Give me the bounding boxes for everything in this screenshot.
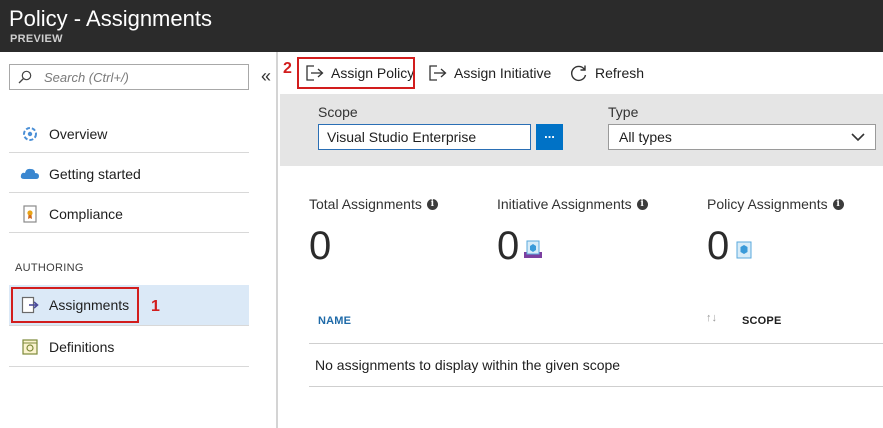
info-icon[interactable]: i [636, 198, 648, 210]
info-icon[interactable]: i [426, 198, 438, 210]
stat-value: 0 [309, 224, 332, 268]
sidebar-item-label: Assignments [49, 297, 130, 313]
section-label-authoring: AUTHORING [15, 262, 84, 274]
column-header-name[interactable]: NAME [318, 315, 351, 327]
search-input[interactable] [44, 68, 244, 86]
sidebar-item-label: Getting started [49, 166, 141, 182]
refresh-label: Refresh [595, 65, 645, 81]
assign-initiative-button[interactable]: Assign Initiative [428, 58, 551, 88]
stat-label: Policy Assignments [707, 196, 828, 212]
assign-icon [428, 63, 448, 83]
compliance-icon [19, 203, 41, 225]
cloud-icon [19, 163, 41, 185]
divider [9, 325, 249, 326]
divider [9, 152, 249, 153]
type-dropdown[interactable]: All types [608, 124, 876, 150]
sidebar-item-compliance[interactable]: Compliance [9, 194, 249, 234]
info-icon[interactable]: i [832, 198, 844, 210]
scope-field[interactable]: Visual Studio Enterprise [318, 124, 531, 150]
sidebar-item-label: Overview [49, 126, 108, 142]
initiative-icon [524, 240, 542, 258]
sidebar-item-getting-started[interactable]: Getting started [9, 154, 249, 194]
stat-value: 0 [707, 224, 730, 268]
divider [9, 366, 249, 367]
search-box[interactable] [9, 64, 249, 90]
sidebar-item-definitions[interactable]: Definitions [9, 327, 249, 367]
sidebar: « Overview Getting started Co [0, 52, 278, 428]
toolbar: Assign Policy Assign Initiative Refresh [280, 52, 883, 94]
table-empty-message: No assignments to display within the giv… [315, 357, 621, 373]
assignments-icon [19, 294, 41, 316]
refresh-button[interactable]: Refresh [569, 58, 644, 88]
table-header: NAME ↑↓ SCOPE [309, 302, 883, 344]
assign-policy-label: Assign Policy [331, 65, 415, 81]
annotation-marker-2: 2 [283, 60, 292, 77]
filter-bar: Scope Visual Studio Enterprise ... Type … [280, 94, 883, 166]
page-title: Policy - Assignments [9, 6, 212, 31]
search-icon [18, 70, 32, 84]
divider [309, 386, 883, 387]
chevron-down-icon [851, 133, 865, 142]
sort-icon[interactable]: ↑↓ [706, 312, 717, 324]
refresh-icon [569, 63, 589, 83]
sidebar-item-label: Definitions [49, 339, 115, 355]
divider [9, 192, 249, 193]
stat-policy-assignments: Policy Assignments i 0 [707, 196, 844, 268]
collapse-sidebar-button[interactable]: « [258, 66, 274, 86]
stat-total-assignments: Total Assignments i 0 [309, 196, 438, 268]
divider [9, 232, 249, 233]
assign-policy-button[interactable]: Assign Policy [305, 58, 414, 88]
column-header-scope[interactable]: SCOPE [742, 315, 782, 327]
scope-label: Scope [318, 104, 358, 120]
stat-initiative-assignments: Initiative Assignments i 0 [497, 196, 648, 268]
type-label: Type [608, 104, 639, 120]
type-dropdown-value: All types [619, 129, 672, 145]
sidebar-item-overview[interactable]: Overview [9, 114, 249, 154]
sidebar-item-assignments[interactable]: Assignments [9, 285, 249, 325]
policy-icon [736, 241, 752, 259]
assign-icon [305, 63, 325, 83]
scope-picker-button[interactable]: ... [536, 124, 563, 150]
sidebar-item-label: Compliance [49, 206, 123, 222]
page-subtitle: PREVIEW [10, 33, 63, 45]
stat-label: Initiative Assignments [497, 196, 632, 212]
stat-value: 0 [497, 224, 520, 268]
overview-icon [19, 123, 41, 145]
assign-initiative-label: Assign Initiative [454, 65, 552, 81]
annotation-marker-1: 1 [151, 298, 160, 315]
top-header: Policy - Assignments PREVIEW [0, 0, 883, 52]
stat-label: Total Assignments [309, 196, 422, 212]
definitions-icon [19, 336, 41, 358]
